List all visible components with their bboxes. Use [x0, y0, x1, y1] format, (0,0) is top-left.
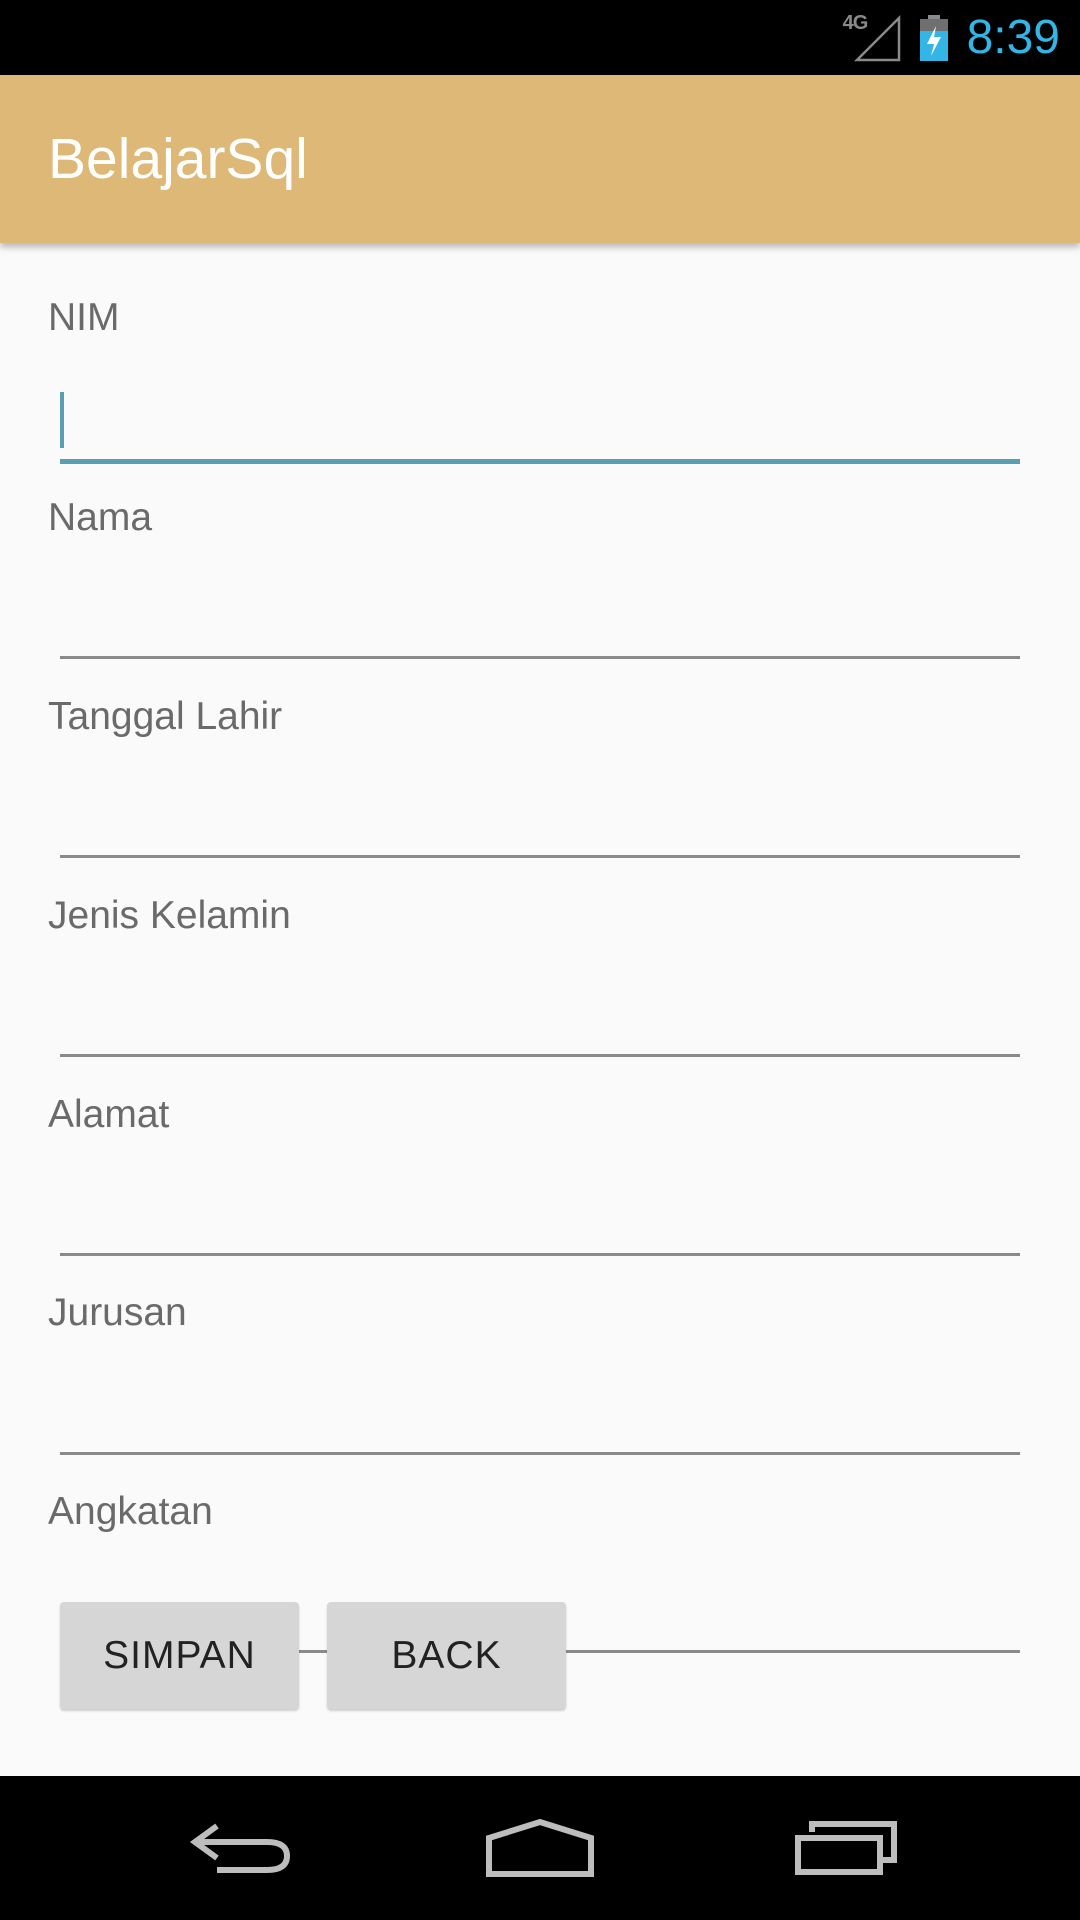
alamat-field[interactable] [60, 1166, 1020, 1256]
signal-icon: 4G [842, 11, 901, 62]
screen: 4G 8:39 BelajarSql NIM Nama Tanggal Lahi… [0, 0, 1080, 1920]
back-icon [189, 1823, 291, 1873]
text-cursor [60, 392, 64, 448]
jurusan-field[interactable] [60, 1365, 1020, 1455]
battery-charging-icon [919, 14, 948, 61]
nav-home-button[interactable] [480, 1776, 600, 1920]
network-type-label: 4G [842, 11, 869, 34]
app-title: BelajarSql [48, 127, 308, 191]
recent-apps-icon [795, 1821, 897, 1875]
simpan-button[interactable]: SIMPAN [60, 1602, 299, 1709]
label-nama: Nama [48, 496, 153, 539]
label-nim: NIM [48, 296, 120, 339]
jenis-kelamin-field[interactable] [60, 967, 1020, 1057]
alamat-input[interactable] [60, 1166, 1020, 1253]
status-bar: 4G 8:39 [0, 0, 1080, 75]
nim-field[interactable] [60, 374, 1020, 464]
nav-recents-button[interactable] [786, 1776, 906, 1920]
jurusan-input[interactable] [60, 1365, 1020, 1452]
label-jenis-kelamin: Jenis Kelamin [48, 894, 291, 937]
jenis-kelamin-input[interactable] [60, 967, 1020, 1054]
nim-input[interactable] [60, 374, 1020, 459]
tanggal-lahir-input[interactable] [60, 768, 1020, 855]
nav-back-button[interactable] [180, 1776, 300, 1920]
nama-input[interactable] [60, 569, 1020, 656]
nama-field[interactable] [60, 569, 1020, 659]
label-tanggal-lahir: Tanggal Lahir [48, 695, 283, 738]
clock: 8:39 [966, 11, 1060, 64]
label-jurusan: Jurusan [48, 1291, 187, 1334]
home-icon [486, 1818, 594, 1877]
label-angkatan: Angkatan [48, 1490, 213, 1533]
nav-bar [0, 1776, 1080, 1920]
app-bar: BelajarSql [0, 75, 1080, 243]
label-alamat: Alamat [48, 1093, 170, 1136]
tanggal-lahir-field[interactable] [60, 768, 1020, 858]
back-button[interactable]: BACK [327, 1602, 566, 1709]
